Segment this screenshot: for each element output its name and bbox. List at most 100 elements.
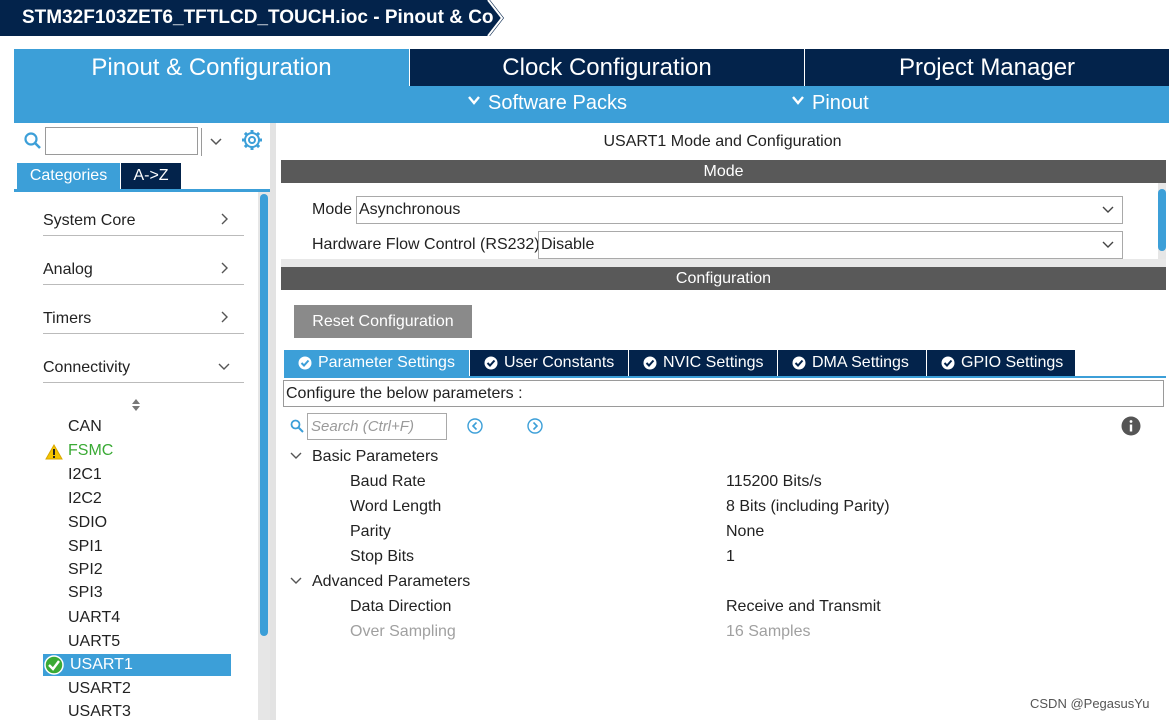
category-tree: System Core Analog Timers Connectivity C… <box>14 192 258 720</box>
category-label: Connectivity <box>43 359 131 376</box>
main-tabs: Pinout & Configuration Clock Configurati… <box>14 49 1169 86</box>
tab-label: Parameter Settings <box>318 354 455 371</box>
check-circle-icon <box>643 356 657 370</box>
peripheral-spi1[interactable]: SPI1 <box>68 536 103 558</box>
software-packs-label: Software Packs <box>488 92 627 114</box>
check-circle-icon <box>44 655 64 675</box>
peripheral-uart4[interactable]: UART4 <box>68 607 120 629</box>
tab-nvic-settings[interactable]: NVIC Settings <box>629 350 777 376</box>
sub-toolbar: Software Packs Pinout <box>14 86 1169 123</box>
chevron-down-icon <box>1102 241 1114 248</box>
pinout-menu[interactable]: Pinout <box>792 92 869 115</box>
mode-section-header: Mode <box>281 160 1166 183</box>
category-label: Analog <box>43 261 93 278</box>
peripheral-spi3[interactable]: SPI3 <box>68 582 103 604</box>
configuration-panel: USART1 Mode and Configuration Mode Mode … <box>276 123 1169 720</box>
pinout-label: Pinout <box>812 92 869 114</box>
category-label: System Core <box>43 212 136 229</box>
hardware-flow-control-select[interactable]: Disable <box>538 231 1123 259</box>
tab-project-manager[interactable]: Project Manager <box>805 49 1169 86</box>
mode-scrollbar-thumb[interactable] <box>1158 189 1166 251</box>
tab-underline <box>284 376 1166 378</box>
group-advanced-parameters[interactable]: Advanced Parameters <box>290 573 470 591</box>
reset-configuration-button[interactable]: Reset Configuration <box>294 305 472 338</box>
param-name: Word Length <box>350 498 442 515</box>
chevron-down-icon <box>468 96 480 105</box>
chevron-down-icon <box>290 452 302 459</box>
sort-icon[interactable] <box>130 397 142 413</box>
category-panel: Categories A->Z System Core Analog Timer… <box>14 123 270 720</box>
search-history-dropdown[interactable] <box>201 128 229 156</box>
category-label: Timers <box>43 310 92 327</box>
tab-label: GPIO Settings <box>961 354 1064 371</box>
category-timers[interactable]: Timers <box>43 290 244 334</box>
param-value[interactable]: 115200 Bits/s <box>726 473 822 491</box>
peripheral-spi2[interactable]: SPI2 <box>68 559 103 581</box>
gear-icon[interactable] <box>241 129 263 151</box>
tab-pinout-configuration[interactable]: Pinout & Configuration <box>14 49 409 86</box>
chevron-down-icon <box>218 363 230 370</box>
tab-a-to-z[interactable]: A->Z <box>121 163 181 189</box>
window-title: STM32F103ZET6_TFTLCD_TOUCH.ioc - Pinout … <box>22 7 494 28</box>
tree-scrollbar-thumb[interactable] <box>260 194 268 636</box>
peripheral-usart2[interactable]: USART2 <box>68 678 131 700</box>
info-icon[interactable] <box>1121 416 1141 436</box>
mode-select-value: Asynchronous <box>359 201 461 218</box>
software-packs-menu[interactable]: Software Packs <box>468 92 627 115</box>
parameter-search-input[interactable]: Search (Ctrl+F) <box>307 413 447 440</box>
tab-gpio-settings[interactable]: GPIO Settings <box>927 350 1075 376</box>
tree-scrollbar[interactable] <box>258 192 270 720</box>
warning-icon <box>45 444 63 460</box>
title-bar: STM32F103ZET6_TFTLCD_TOUCH.ioc - Pinout … <box>0 0 1169 36</box>
check-circle-icon <box>484 356 498 370</box>
peripheral-sdio[interactable]: SDIO <box>68 512 107 534</box>
tab-label: DMA Settings <box>812 354 909 371</box>
mode-scrollbar[interactable] <box>1158 183 1166 259</box>
peripheral-i2c1[interactable]: I2C1 <box>68 464 102 486</box>
tab-parameter-settings[interactable]: Parameter Settings <box>284 350 469 376</box>
param-value[interactable]: Receive and Transmit <box>726 598 881 616</box>
next-result-icon[interactable] <box>527 418 543 434</box>
mode-select[interactable]: Asynchronous <box>356 196 1123 224</box>
category-connectivity[interactable]: Connectivity <box>43 339 244 383</box>
tab-categories[interactable]: Categories <box>17 163 120 189</box>
chevron-down-icon <box>290 577 302 584</box>
peripheral-usart3[interactable]: USART3 <box>68 701 131 720</box>
chevron-right-icon <box>221 311 228 323</box>
peripheral-usart1[interactable]: USART1 <box>70 654 133 676</box>
peripheral-uart5[interactable]: UART5 <box>68 631 120 653</box>
param-value[interactable]: None <box>726 523 764 541</box>
param-name: Stop Bits <box>350 548 415 565</box>
param-value-disabled: 16 Samples <box>726 623 811 640</box>
peripheral-i2c2[interactable]: I2C2 <box>68 488 102 510</box>
param-name: Data Direction <box>350 598 452 615</box>
check-circle-icon <box>941 356 955 370</box>
parameters-caption: Configure the below parameters : <box>283 380 1164 407</box>
app-window: STM32F103ZET6_TFTLCD_TOUCH.ioc - Pinout … <box>0 0 1169 720</box>
category-analog[interactable]: Analog <box>43 241 244 285</box>
tab-dma-settings[interactable]: DMA Settings <box>778 350 926 376</box>
category-search-input[interactable] <box>45 127 222 156</box>
check-circle-icon <box>298 356 312 370</box>
chevron-down-icon <box>1102 206 1114 213</box>
mode-label: Mode <box>312 201 353 218</box>
peripheral-fsmc[interactable]: FSMC <box>68 440 113 462</box>
search-icon <box>290 419 304 433</box>
tab-clock-configuration[interactable]: Clock Configuration <box>410 49 804 86</box>
group-label: Advanced Parameters <box>312 573 471 590</box>
category-system-core[interactable]: System Core <box>43 192 244 236</box>
chevron-right-icon <box>221 213 228 225</box>
param-name: Parity <box>350 523 391 540</box>
peripheral-can[interactable]: CAN <box>68 416 102 438</box>
tab-user-constants[interactable]: User Constants <box>470 350 628 376</box>
param-value[interactable]: 8 Bits (including Parity) <box>726 498 890 516</box>
hardware-flow-control-value: Disable <box>541 236 595 253</box>
param-value[interactable]: 1 <box>726 548 735 566</box>
group-label: Basic Parameters <box>312 448 439 465</box>
section-splitter[interactable] <box>281 259 1166 267</box>
page-title: USART1 Mode and Configuration <box>603 133 842 150</box>
previous-result-icon[interactable] <box>467 418 483 434</box>
param-name: Baud Rate <box>350 473 426 490</box>
chevron-down-icon <box>210 138 222 146</box>
group-basic-parameters[interactable]: Basic Parameters <box>290 448 438 466</box>
